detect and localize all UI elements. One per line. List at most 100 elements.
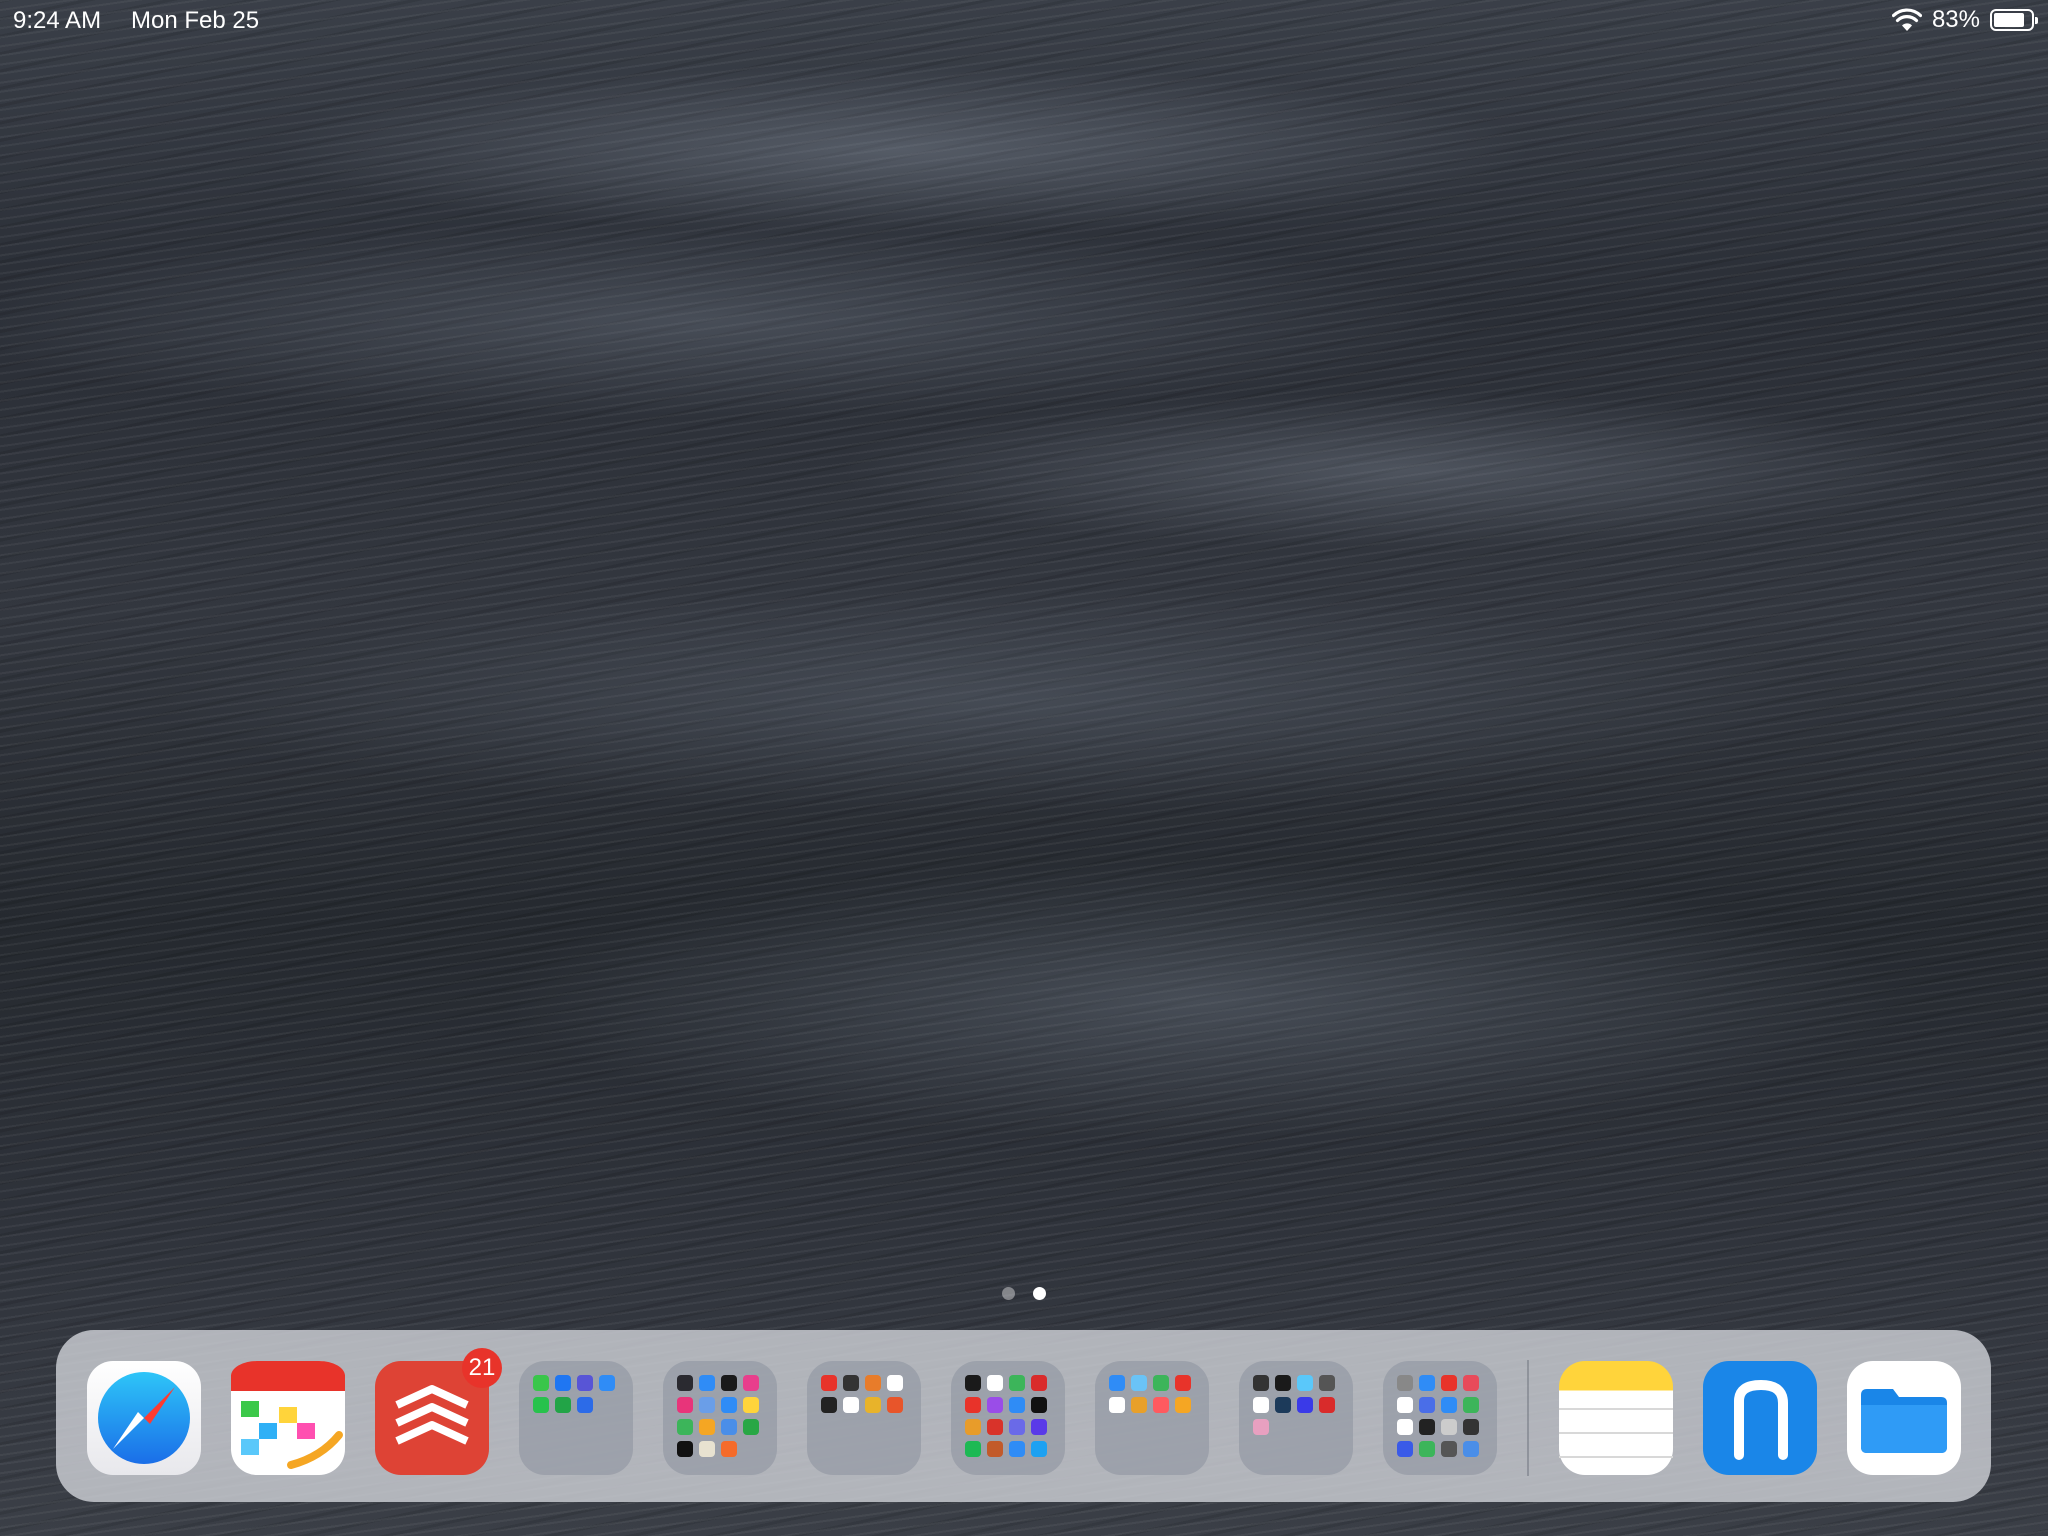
folder-mini-app-icon bbox=[1131, 1375, 1147, 1391]
folder-mini-app-icon bbox=[1419, 1419, 1435, 1435]
folder-7[interactable] bbox=[1383, 1361, 1497, 1475]
folder-mini-app-icon bbox=[743, 1375, 759, 1391]
folder-mini-app-icon bbox=[1275, 1375, 1291, 1391]
folder-mini-app-icon bbox=[1009, 1397, 1025, 1413]
folder-mini-app-icon bbox=[533, 1397, 549, 1413]
fantastical-calendar-icon bbox=[231, 1361, 345, 1469]
folder-mini-app-icon bbox=[1253, 1419, 1269, 1435]
folder-2[interactable] bbox=[663, 1361, 777, 1475]
folder-mini-app-icon bbox=[1031, 1375, 1047, 1391]
todoist-app-icon[interactable]: 21 bbox=[375, 1348, 502, 1475]
folder-4[interactable] bbox=[951, 1361, 1065, 1475]
folder-mini-app-icon bbox=[577, 1397, 593, 1413]
folder-6[interactable] bbox=[1239, 1361, 1353, 1475]
folder-mini-app-icon bbox=[1319, 1375, 1335, 1391]
folder-mini-app-icon bbox=[965, 1397, 981, 1413]
folder-3[interactable] bbox=[807, 1361, 921, 1475]
page-indicator[interactable] bbox=[0, 1287, 2048, 1300]
folder-mini-app-icon bbox=[1397, 1397, 1413, 1413]
status-date: Mon Feb 25 bbox=[131, 7, 260, 34]
folder-mini-app-icon bbox=[677, 1397, 693, 1413]
folder-mini-app-icon bbox=[1463, 1419, 1479, 1435]
folder-mini-app-icon bbox=[699, 1419, 715, 1435]
nebo-app-icon[interactable] bbox=[1703, 1361, 1817, 1475]
folder-mini-app-icon bbox=[965, 1441, 981, 1457]
notes-icon bbox=[1559, 1408, 1673, 1458]
files-folder-icon bbox=[1861, 1389, 1947, 1453]
folder-5[interactable] bbox=[1095, 1361, 1209, 1475]
folder-mini-app-icon bbox=[865, 1397, 881, 1413]
folder-mini-app-icon bbox=[555, 1397, 571, 1413]
folder-mini-app-icon bbox=[1419, 1375, 1435, 1391]
dock-divider bbox=[1527, 1360, 1529, 1476]
folder-mini-app-icon bbox=[1397, 1419, 1413, 1435]
folder-mini-app-icon bbox=[1109, 1397, 1125, 1413]
folder-mini-app-icon bbox=[721, 1419, 737, 1435]
folder-mini-app-icon bbox=[987, 1441, 1003, 1457]
folder-mini-app-icon bbox=[533, 1375, 549, 1391]
page-dot-2[interactable] bbox=[1033, 1287, 1046, 1300]
folder-mini-app-icon bbox=[699, 1397, 715, 1413]
fantastical-app-icon[interactable] bbox=[231, 1361, 345, 1475]
folder-mini-app-icon bbox=[1441, 1419, 1457, 1435]
page-dot-1[interactable] bbox=[1002, 1287, 1015, 1300]
folder-mini-app-icon bbox=[1009, 1441, 1025, 1457]
folder-mini-app-icon bbox=[1463, 1441, 1479, 1457]
folder-mini-app-icon bbox=[1031, 1419, 1047, 1435]
status-right-group: 83% bbox=[1891, 6, 2038, 34]
battery-percent: 83% bbox=[1931, 6, 1980, 33]
folder-mini-app-icon bbox=[1175, 1397, 1191, 1413]
folder-mini-app-icon bbox=[987, 1397, 1003, 1413]
wifi-icon bbox=[1891, 8, 1922, 31]
folder-mini-app-icon bbox=[1441, 1397, 1457, 1413]
folder-mini-app-icon bbox=[1397, 1441, 1413, 1457]
folder-mini-app-icon bbox=[1175, 1375, 1191, 1391]
folder-mini-app-icon bbox=[965, 1419, 981, 1435]
folder-mini-app-icon bbox=[1297, 1397, 1313, 1413]
folder-mini-app-icon bbox=[577, 1375, 593, 1391]
folder-mini-app-icon bbox=[843, 1375, 859, 1391]
folder-mini-app-icon bbox=[1031, 1397, 1047, 1413]
status-time: 9:24 AM bbox=[13, 7, 102, 34]
battery-fill bbox=[1994, 13, 2024, 27]
folder-mini-app-icon bbox=[743, 1397, 759, 1413]
folder-mini-app-icon bbox=[1153, 1375, 1169, 1391]
folder-1[interactable] bbox=[519, 1361, 633, 1475]
folder-mini-app-icon bbox=[1009, 1419, 1025, 1435]
folder-mini-app-icon bbox=[1397, 1375, 1413, 1391]
folder-mini-app-icon bbox=[965, 1375, 981, 1391]
folder-mini-app-icon bbox=[721, 1375, 737, 1391]
folder-mini-app-icon bbox=[1275, 1397, 1291, 1413]
folder-mini-app-icon bbox=[865, 1375, 881, 1391]
folder-mini-app-icon bbox=[743, 1419, 759, 1435]
notes-app-icon[interactable] bbox=[1559, 1361, 1673, 1475]
folder-mini-app-icon bbox=[1463, 1397, 1479, 1413]
folder-mini-app-icon bbox=[677, 1441, 693, 1457]
folder-mini-app-icon bbox=[1463, 1375, 1479, 1391]
folder-mini-app-icon bbox=[887, 1375, 903, 1391]
folder-mini-app-icon bbox=[1319, 1397, 1335, 1413]
folder-mini-app-icon bbox=[699, 1375, 715, 1391]
folder-mini-app-icon bbox=[1031, 1441, 1047, 1457]
folder-mini-app-icon bbox=[1253, 1375, 1269, 1391]
folder-mini-app-icon bbox=[1153, 1397, 1169, 1413]
folder-mini-app-icon bbox=[1419, 1441, 1435, 1457]
files-app-icon[interactable] bbox=[1847, 1361, 1961, 1475]
folder-mini-app-icon bbox=[887, 1397, 903, 1413]
notification-badge: 21 bbox=[462, 1348, 502, 1388]
folder-mini-app-icon bbox=[555, 1375, 571, 1391]
folder-mini-app-icon bbox=[1109, 1375, 1125, 1391]
nebo-icon bbox=[1734, 1379, 1788, 1460]
status-bar: 9:24 AM Mon Feb 25 83% bbox=[0, 0, 2048, 40]
folder-mini-app-icon bbox=[677, 1375, 693, 1391]
folder-mini-app-icon bbox=[1419, 1397, 1435, 1413]
folder-mini-app-icon bbox=[821, 1397, 837, 1413]
folder-mini-app-icon bbox=[1441, 1441, 1457, 1457]
folder-mini-app-icon bbox=[987, 1419, 1003, 1435]
safari-app-icon[interactable] bbox=[87, 1361, 201, 1475]
folder-mini-app-icon bbox=[1009, 1375, 1025, 1391]
folder-mini-app-icon bbox=[721, 1441, 737, 1457]
folder-mini-app-icon bbox=[843, 1397, 859, 1413]
dock: 21 bbox=[56, 1330, 1991, 1502]
folder-mini-app-icon bbox=[677, 1419, 693, 1435]
